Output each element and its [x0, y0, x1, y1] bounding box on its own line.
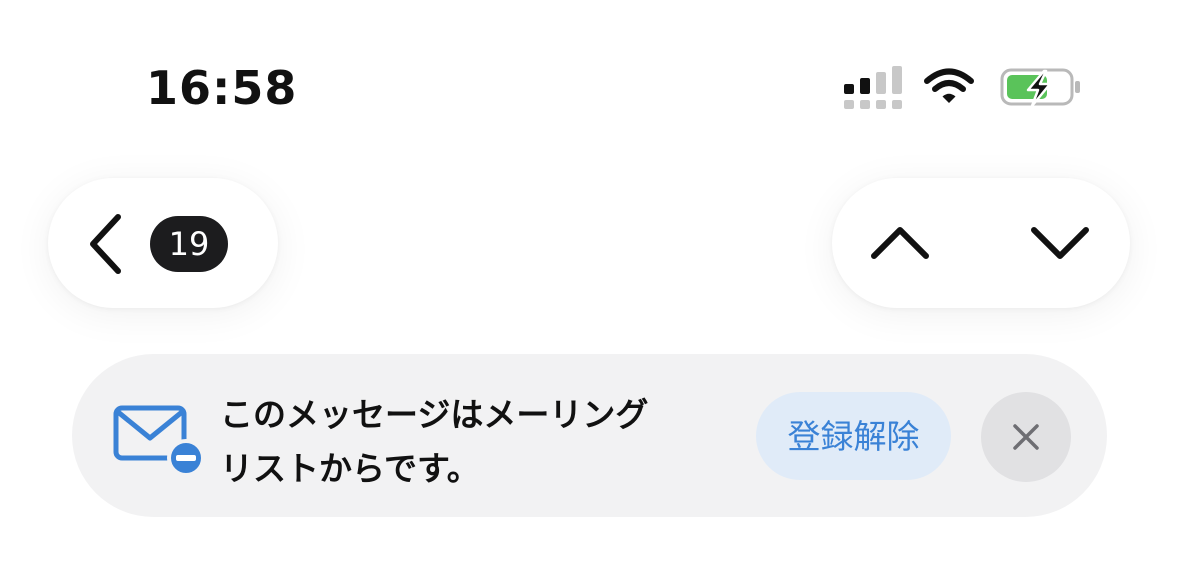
status-icons: [840, 64, 1090, 114]
mail-message-screen: 16:58 19 このメッセージはメーリング リストからです。 登録解除: [0, 0, 1179, 573]
signal-icon: [844, 66, 902, 109]
status-time: 16:58: [146, 61, 298, 115]
message-line-1: このメッセージはメーリング: [220, 395, 649, 434]
message-line-2: リストからです。: [220, 449, 480, 488]
close-banner-button[interactable]: [981, 392, 1071, 482]
wifi-icon: [924, 68, 974, 103]
envelope-minus-icon: [113, 405, 205, 477]
unsubscribe-button[interactable]: 登録解除: [756, 392, 951, 480]
mailing-list-message: このメッセージはメーリング リストからです。: [220, 388, 720, 496]
battery-charging-icon: [1000, 68, 1080, 108]
chevron-down-icon[interactable]: [1030, 222, 1090, 262]
chevron-left-icon[interactable]: [86, 212, 126, 276]
chevron-up-icon[interactable]: [870, 222, 930, 262]
close-icon: [1013, 424, 1039, 450]
message-count-badge: 19: [150, 216, 228, 272]
